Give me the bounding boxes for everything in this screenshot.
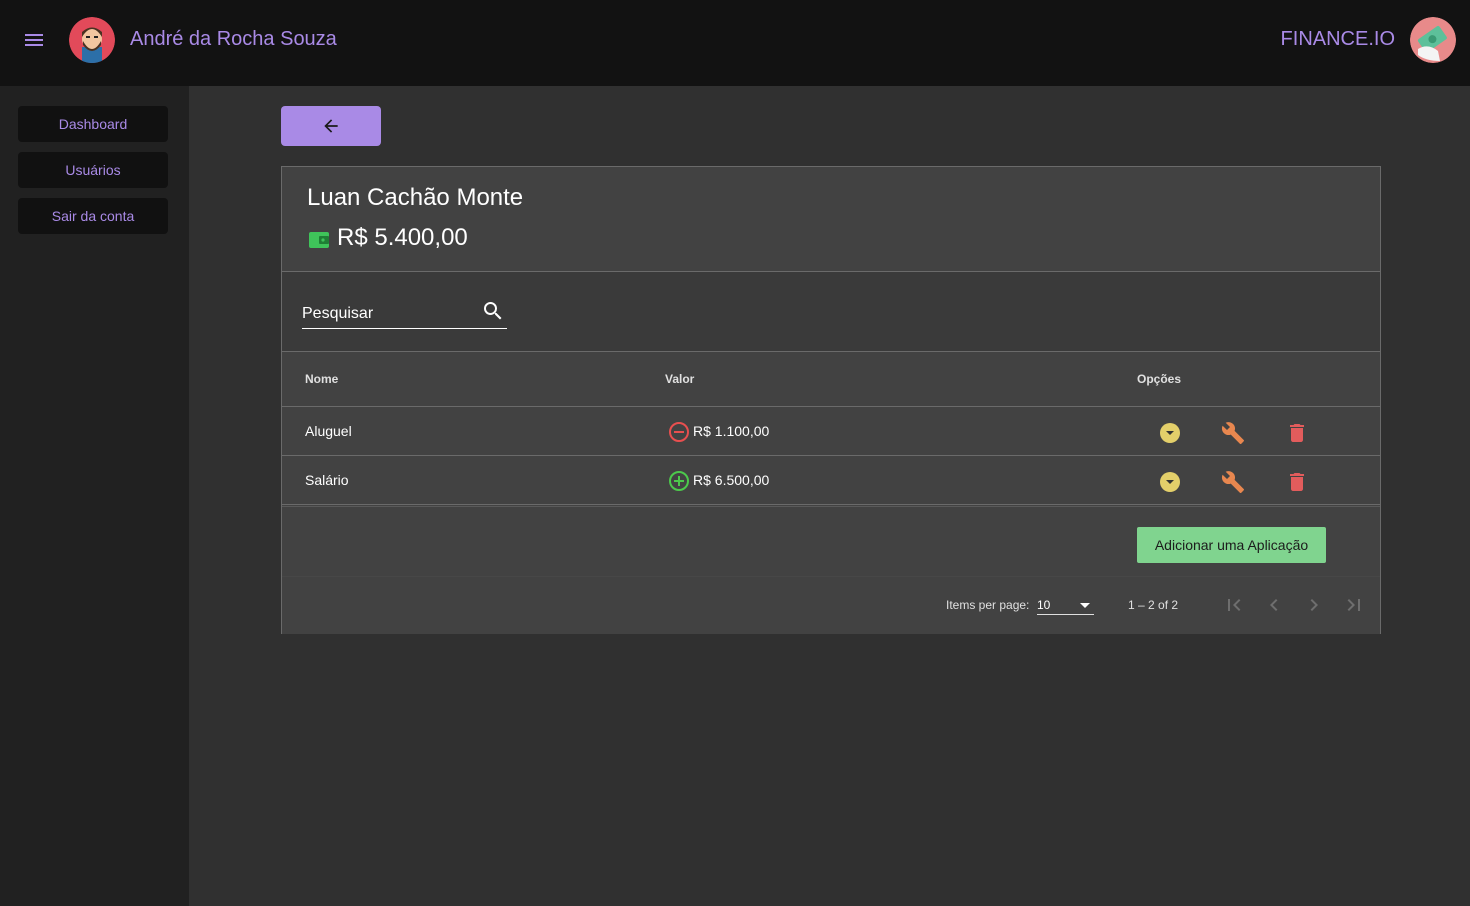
items-per-page-value: 10	[1037, 598, 1051, 612]
client-card: Luan Cachão Monte R$ 5.400,00 Nome Valor…	[281, 166, 1381, 634]
table-header: Nome Valor Opções	[282, 352, 1380, 407]
top-toolbar: André da Rocha Souza FINANCE.IO	[0, 0, 1470, 86]
sidebar-item-logout[interactable]: Sair da conta	[18, 198, 168, 234]
client-name: Luan Cachão Monte	[307, 184, 524, 211]
wrench-icon[interactable]	[1221, 470, 1245, 494]
row-name: Salário	[305, 472, 349, 488]
finance-logo-icon	[1410, 17, 1456, 63]
expand-icon[interactable]	[1158, 470, 1182, 494]
avatar	[69, 17, 115, 63]
expand-icon[interactable]	[1158, 421, 1182, 445]
client-header: Luan Cachão Monte R$ 5.400,00	[282, 167, 1380, 272]
items-per-page-select[interactable]: 10	[1037, 591, 1094, 615]
menu-icon[interactable]	[22, 28, 46, 52]
trash-icon[interactable]	[1285, 421, 1309, 445]
table-row: Aluguel R$ 1.100,00	[282, 407, 1380, 456]
sidebar-item-usuarios[interactable]: Usuários	[18, 152, 168, 188]
row-value: R$ 1.100,00	[693, 423, 770, 439]
back-button[interactable]	[281, 106, 381, 146]
paginator: Items per page: 10 1 – 2 of 2	[282, 577, 1380, 634]
previous-page-icon[interactable]	[1262, 593, 1286, 617]
next-page-icon[interactable]	[1302, 593, 1326, 617]
sidebar-item-dashboard[interactable]: Dashboard	[18, 106, 168, 142]
last-page-icon[interactable]	[1342, 593, 1366, 617]
brand-name: FINANCE.IO	[1280, 28, 1395, 50]
sidebar: Dashboard Usuários Sair da conta	[0, 86, 189, 906]
user-name: André da Rocha Souza	[130, 28, 337, 50]
header-value: Valor	[665, 372, 695, 386]
table-row: Salário R$ 6.500,00	[282, 456, 1380, 505]
search-icon[interactable]	[481, 299, 505, 323]
trash-icon[interactable]	[1285, 470, 1309, 494]
row-name: Aluguel	[305, 423, 352, 439]
header-name: Nome	[305, 372, 339, 386]
client-balance: R$ 5.400,00	[337, 224, 468, 251]
caret-down-icon	[1080, 603, 1090, 608]
minus-circle-icon	[669, 422, 689, 442]
card-actions: Adicionar uma Aplicação	[282, 506, 1380, 577]
search-input[interactable]	[302, 305, 472, 323]
wallet-icon	[309, 232, 329, 248]
search-field	[302, 299, 507, 329]
add-application-button[interactable]: Adicionar uma Aplicação	[1137, 527, 1326, 563]
header-options: Opções	[1137, 372, 1182, 386]
page-range: 1 – 2 of 2	[1128, 598, 1179, 612]
first-page-icon[interactable]	[1222, 593, 1246, 617]
arrow-left-icon	[324, 119, 338, 133]
row-value: R$ 6.500,00	[693, 472, 770, 488]
wrench-icon[interactable]	[1221, 421, 1245, 445]
plus-circle-icon	[669, 471, 689, 491]
items-per-page-label: Items per page:	[946, 598, 1030, 612]
applications-table: Nome Valor Opções Aluguel R$ 1.100,00 Sa…	[282, 352, 1380, 505]
search-area	[282, 272, 1380, 352]
